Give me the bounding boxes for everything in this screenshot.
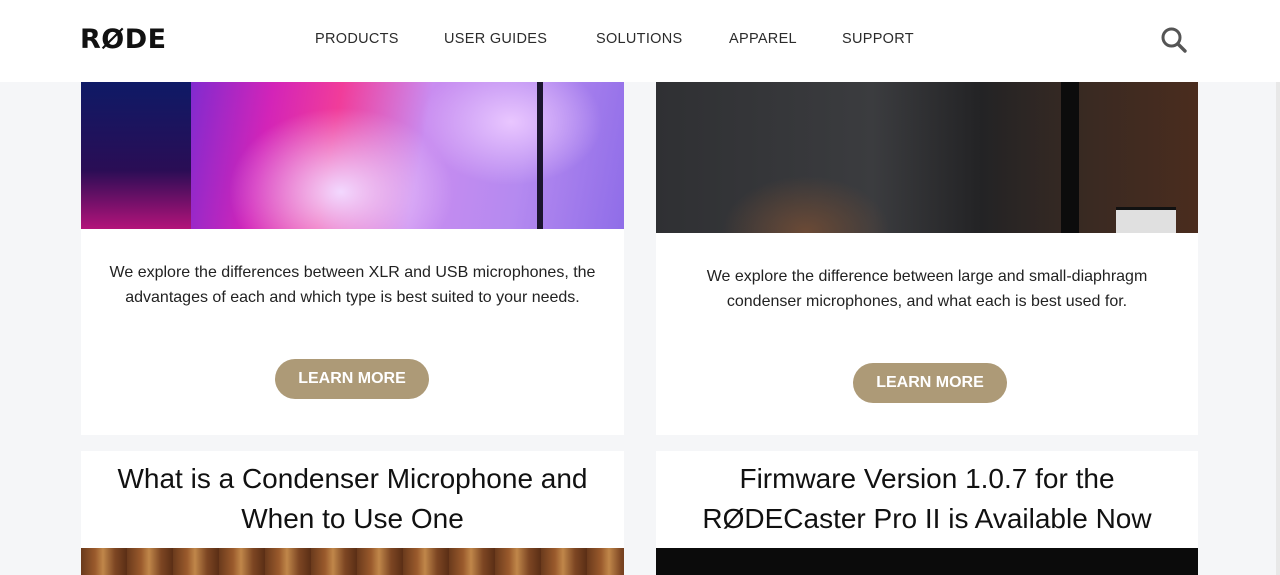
image-detail (537, 82, 543, 229)
page-scrollbar[interactable] (1276, 0, 1280, 575)
article-title[interactable]: What is a Condenser Microphone and When … (95, 459, 610, 539)
learn-more-button[interactable]: LEARN MORE (275, 359, 429, 399)
rode-logo[interactable]: RØDE (80, 24, 167, 55)
learn-more-button[interactable]: LEARN MORE (853, 363, 1007, 403)
image-detail (1116, 207, 1176, 233)
article-image-condenser[interactable] (81, 548, 624, 575)
nav-products[interactable]: PRODUCTS (315, 31, 399, 47)
site-header: RØDE PRODUCTS USER GUIDES SOLUTIONS APPA… (0, 0, 1280, 82)
search-icon[interactable] (1160, 26, 1188, 54)
article-title[interactable]: Firmware Version 1.0.7 for the RØDECaste… (670, 459, 1184, 539)
nav-apparel[interactable]: APPAREL (729, 31, 797, 47)
article-image-firmware[interactable] (656, 548, 1198, 575)
article-image-xlr-usb[interactable] (81, 82, 624, 229)
nav-solutions[interactable]: SOLUTIONS (596, 31, 683, 47)
nav-support[interactable]: SUPPORT (842, 31, 914, 47)
nav-user-guides[interactable]: USER GUIDES (444, 31, 547, 47)
article-image-diaphragm[interactable] (656, 82, 1198, 233)
card-description: We explore the differences between XLR a… (109, 264, 596, 306)
image-detail (1061, 82, 1079, 233)
card-description: We explore the difference between large … (706, 268, 1148, 310)
image-shadow (81, 82, 191, 229)
